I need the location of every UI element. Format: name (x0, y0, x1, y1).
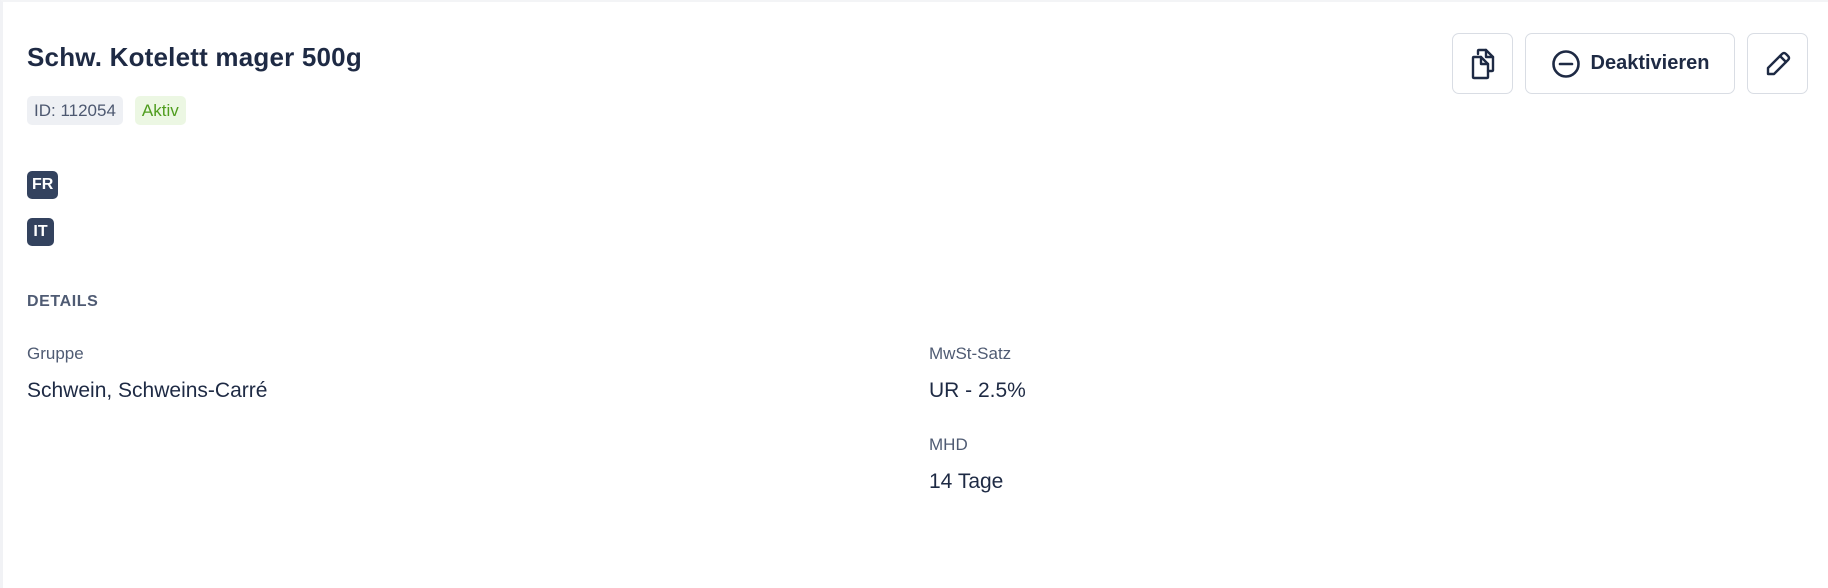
action-toolbar: Deaktivieren (1452, 33, 1808, 94)
deactivate-label: Deaktivieren (1590, 52, 1710, 74)
status-badge: Aktiv (134, 96, 186, 125)
mwst-label: MwSt-Satz (929, 344, 1012, 363)
details-section-title: DETAILS (27, 293, 99, 310)
edit-button[interactable] (1747, 33, 1808, 94)
pencil-icon (1765, 51, 1791, 77)
product-detail-page: Schw. Kotelett mager 500g ID: 112054 Akt… (0, 0, 1828, 588)
language-badge-it: IT (27, 218, 54, 246)
product-title: Schw. Kotelett mager 500g (27, 42, 362, 72)
mhd-label: MHD (929, 435, 968, 454)
product-meta: ID: 112054 Aktiv (27, 96, 186, 125)
mhd-value: 14 Tage (929, 470, 1004, 493)
product-id-chip: ID: 112054 (27, 96, 123, 125)
language-badge-fr: FR (27, 171, 59, 199)
copy-documents-icon (1469, 48, 1497, 80)
gruppe-value: Schwein, Schweins-Carré (27, 379, 268, 402)
mwst-value: UR - 2.5% (929, 379, 1026, 402)
minus-circle-icon (1551, 49, 1581, 79)
gruppe-label: Gruppe (27, 344, 84, 363)
deactivate-button[interactable]: Deaktivieren (1525, 33, 1735, 94)
copy-button[interactable] (1452, 33, 1513, 94)
